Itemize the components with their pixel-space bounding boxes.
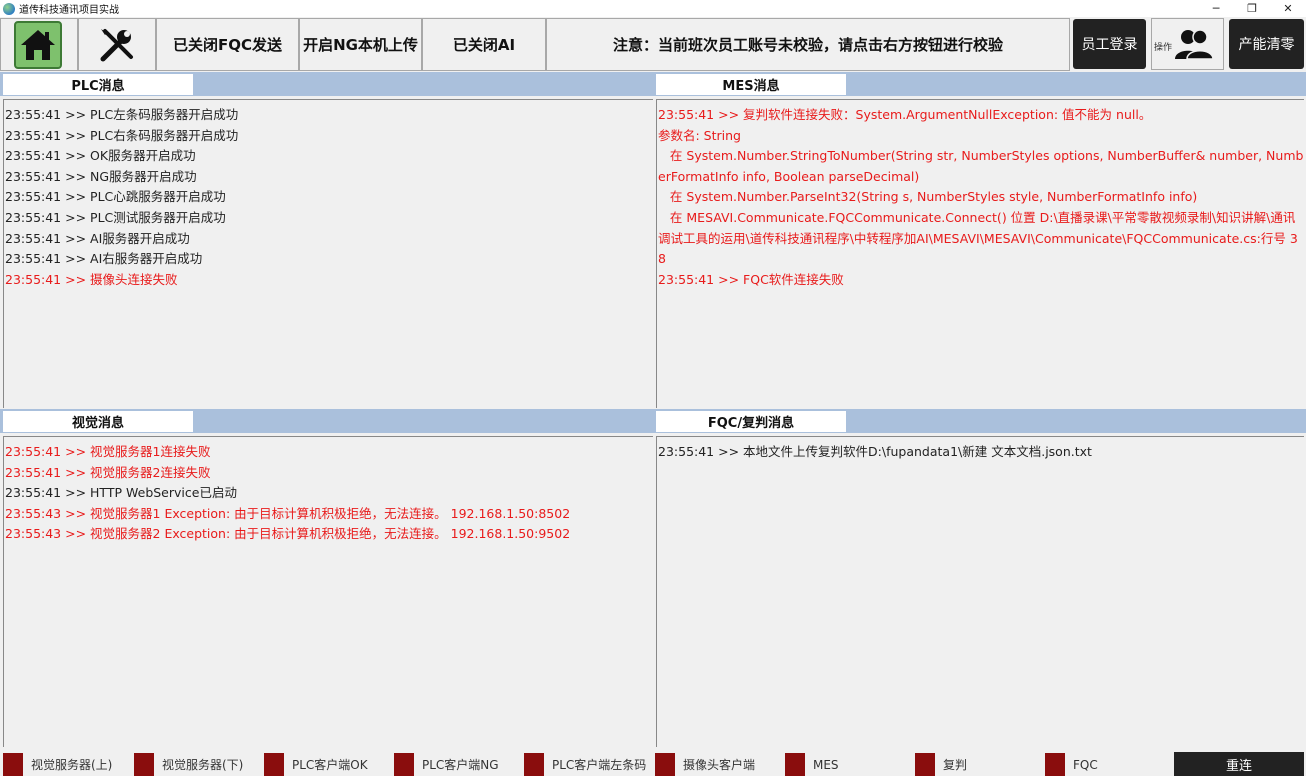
operator-button[interactable]: 操作 <box>1151 18 1224 70</box>
home-button[interactable] <box>14 21 62 69</box>
tools-icon <box>100 28 133 61</box>
ai-label: 已关闭AI <box>452 36 516 54</box>
status-light <box>524 753 544 776</box>
employee-login-button[interactable]: 员工登录 <box>1073 19 1146 69</box>
settings-button[interactable] <box>78 18 156 71</box>
log-line: 23:55:41 >> PLC测试服务器开启成功 <box>5 209 226 225</box>
log-line: 在 System.Number.ParseInt32(String s, Num… <box>658 189 1198 205</box>
vision-panel: 视觉消息 23:55:41 >> 视觉服务器1连接失败 23:55:41 >> 视… <box>0 409 653 747</box>
fqc-log[interactable]: 23:55:41 >> 本地文件上传复判软件D:\fupandata1\新建 文… <box>656 436 1304 747</box>
mes-log[interactable]: 23:55:41 >> 复判软件连接失败：System.ArgumentNull… <box>656 99 1304 408</box>
log-line: 23:55:41 >> FQC软件连接失败 <box>658 271 844 287</box>
toolbar: 已关闭FQC发送 开启NG本机上传 已关闭AI 注意：当前班次员工账号未校验，请… <box>0 17 1306 72</box>
status-light <box>3 753 23 776</box>
mes-panel-header: MES消息 <box>653 72 1306 96</box>
status-light <box>134 753 154 776</box>
indicator-label: 摄像头客户端 <box>683 758 756 772</box>
fqc-panel-title: FQC/复判消息 <box>656 411 846 432</box>
plc-panel: PLC消息 23:55:41 >> PLC左条码服务器开启成功 23:55:41 … <box>0 72 653 408</box>
minimize-button[interactable]: ─ <box>1198 0 1234 17</box>
indicator-label: 视觉服务器(下) <box>162 758 244 772</box>
mes-panel-title: MES消息 <box>656 74 846 95</box>
log-line: 23:55:43 >> 视觉服务器1 Exception: 由于目标计算机积极拒… <box>5 505 571 521</box>
log-line: 23:55:41 >> 视觉服务器1连接失败 <box>5 444 211 459</box>
fqc-send-toggle[interactable]: 已关闭FQC发送 <box>156 18 299 71</box>
log-line: 23:55:41 >> 摄像头连接失败 <box>5 271 178 287</box>
indicator-plc-ok: PLC客户端OK <box>264 753 368 776</box>
restore-button[interactable]: ❐ <box>1234 0 1270 17</box>
log-line: 参数名: String <box>658 127 741 143</box>
log-line: 23:55:41 >> PLC右条码服务器开启成功 <box>5 127 239 143</box>
log-line: 23:55:41 >> 视觉服务器2连接失败 <box>5 464 211 480</box>
status-light <box>785 753 805 776</box>
log-line: 在 System.Number.StringToNumber(String st… <box>658 148 1304 184</box>
indicator-camera: 摄像头客户端 <box>655 753 755 776</box>
title-bar: 道传科技通讯项目实战 ─ ❐ ✕ <box>0 0 1306 17</box>
close-button[interactable]: ✕ <box>1270 0 1306 17</box>
plc-panel-title: PLC消息 <box>3 74 193 95</box>
notice-text: 注意：当前班次员工账号未校验，请点击右方按钮进行校验 <box>612 36 1003 54</box>
fqc-panel: FQC/复判消息 23:55:41 >> 本地文件上传复判软件D:\fupand… <box>653 409 1306 747</box>
log-line: 23:55:41 >> OK服务器开启成功 <box>5 148 196 164</box>
status-light <box>655 753 675 776</box>
indicator-vision-upper: 视觉服务器(上) <box>3 753 112 776</box>
vision-panel-title: 视觉消息 <box>3 411 193 432</box>
log-line: 23:55:41 >> NG服务器开启成功 <box>5 168 197 184</box>
log-line: 23:55:41 >> 复判软件连接失败：System.ArgumentNull… <box>658 107 1152 122</box>
indicator-mes: MES <box>785 753 839 776</box>
app-icon <box>3 2 15 15</box>
capacity-reset-button[interactable]: 产能清零 <box>1229 19 1304 69</box>
window-title: 道传科技通讯项目实战 <box>19 5 119 16</box>
log-line: 23:55:41 >> 本地文件上传复判软件D:\fupandata1\新建 文… <box>658 444 1092 459</box>
indicator-fqc: FQC <box>1045 753 1098 776</box>
fqc-panel-header: FQC/复判消息 <box>653 409 1306 433</box>
fqc-send-label: 已关闭FQC发送 <box>172 36 282 54</box>
indicator-plc-ng: PLC客户端NG <box>394 753 499 776</box>
operator-label: 操作 <box>1154 43 1173 53</box>
indicator-label: PLC客户端NG <box>422 758 499 772</box>
indicator-label: PLC客户端OK <box>292 758 368 772</box>
indicator-label: 视觉服务器(上) <box>31 758 113 772</box>
indicator-label: MES <box>813 757 839 772</box>
vision-log[interactable]: 23:55:41 >> 视觉服务器1连接失败 23:55:41 >> 视觉服务器2… <box>3 436 653 747</box>
log-line: 23:55:41 >> AI服务器开启成功 <box>5 230 190 246</box>
window-controls: ─ ❐ ✕ <box>1198 0 1306 17</box>
log-line: 23:55:41 >> PLC心跳服务器开启成功 <box>5 189 226 205</box>
indicator-label: PLC客户端左条码 <box>552 758 647 772</box>
ai-toggle[interactable]: 已关闭AI <box>422 18 546 71</box>
indicator-plc-left-barcode: PLC客户端左条码 <box>524 753 646 776</box>
users-icon <box>1174 29 1214 60</box>
status-light <box>264 753 284 776</box>
vision-panel-header: 视觉消息 <box>0 409 653 433</box>
indicator-label: FQC <box>1073 757 1098 772</box>
log-line: 23:55:43 >> 视觉服务器2 Exception: 由于目标计算机积极拒… <box>5 526 571 542</box>
plc-panel-header: PLC消息 <box>0 72 653 96</box>
indicator-vision-lower: 视觉服务器(下) <box>134 753 243 776</box>
notice-banner: 注意：当前班次员工账号未校验，请点击右方按钮进行校验 <box>546 18 1070 71</box>
indicator-review: 复判 <box>915 753 967 776</box>
indicator-label: 复判 <box>943 758 968 772</box>
log-line: 23:55:41 >> PLC左条码服务器开启成功 <box>5 107 239 122</box>
log-line: 在 MESAVI.Communicate.FQCCommunicate.Conn… <box>658 209 1298 267</box>
status-bar: 视觉服务器(上) 视觉服务器(下) PLC客户端OK PLC客户端NG PLC客… <box>0 750 1306 776</box>
status-light <box>1045 753 1065 776</box>
mes-panel: MES消息 23:55:41 >> 复判软件连接失败：System.Argume… <box>653 72 1306 408</box>
reconnect-button[interactable]: 重连 <box>1174 752 1304 776</box>
home-icon <box>21 30 55 60</box>
status-light <box>915 753 935 776</box>
log-line: 23:55:41 >> HTTP WebService已启动 <box>5 485 237 501</box>
ng-upload-toggle[interactable]: 开启NG本机上传 <box>299 18 422 71</box>
ng-upload-label: 开启NG本机上传 <box>303 36 418 54</box>
status-light <box>394 753 414 776</box>
log-line: 23:55:41 >> AI右服务器开启成功 <box>5 251 203 267</box>
plc-log[interactable]: 23:55:41 >> PLC左条码服务器开启成功 23:55:41 >> PLC… <box>3 99 653 408</box>
